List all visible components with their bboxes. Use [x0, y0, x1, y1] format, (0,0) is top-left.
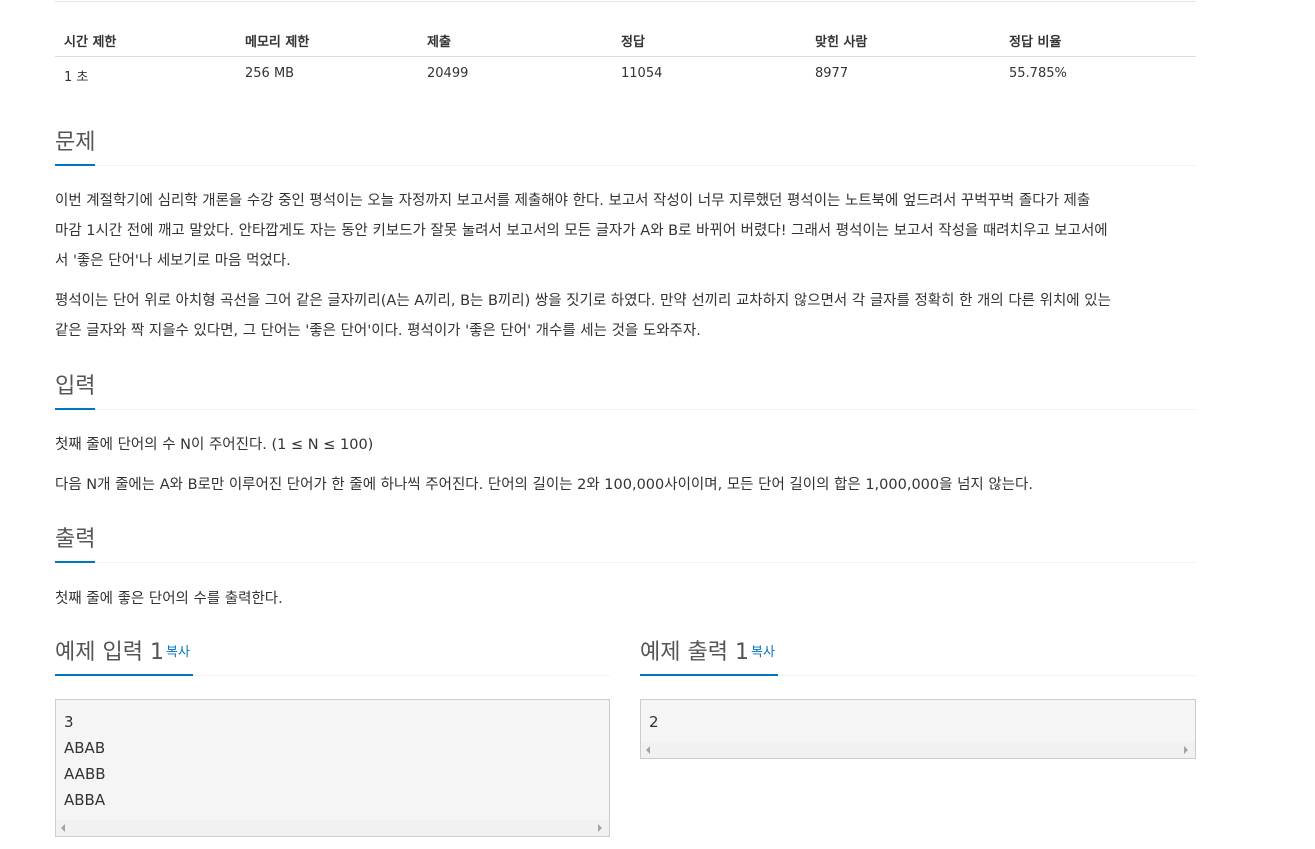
- sample-input-text: 3 ABAB AABB ABBA: [64, 709, 106, 813]
- sample-input-line: AABB: [64, 765, 106, 783]
- problem-paragraph-2: 평석이는 단어 위로 아치형 곡선을 그어 같은 글자끼리(A는 A끼리, B는…: [55, 286, 1196, 346]
- header-solved-users: 맞힌 사람: [815, 35, 868, 50]
- sample-output-line: 2: [649, 713, 659, 731]
- header-time-limit: 시간 제한: [64, 35, 117, 50]
- accept-ratio-value: 55.785%: [1009, 66, 1067, 81]
- copy-sample-output-button[interactable]: 복사: [751, 641, 775, 660]
- sample-input-line: ABBA: [64, 791, 106, 809]
- problem-section-header: 문제: [55, 124, 1196, 166]
- scroll-left-icon[interactable]: [646, 746, 650, 754]
- sample-input-line: ABAB: [64, 739, 106, 757]
- section-divider: [55, 562, 1196, 563]
- sample-input-header: 예제 입력 1 복사: [55, 634, 610, 676]
- header-accepted: 정답: [621, 35, 645, 50]
- scroll-right-icon[interactable]: [598, 824, 602, 832]
- memory-limit-value: 256 MB: [245, 66, 295, 81]
- input-section-header: 입력: [55, 368, 1196, 410]
- sample-output-box[interactable]: 2: [640, 699, 1196, 759]
- section-underline: [55, 164, 95, 166]
- accepted-value: 11054: [621, 66, 663, 81]
- section-underline: [55, 674, 193, 676]
- scroll-right-icon[interactable]: [1184, 746, 1188, 754]
- table-header-row: 시간 제한 메모리 제한 제출 정답 맞힌 사람 정답 비율: [55, 22, 1196, 57]
- input-paragraph-1: 첫째 줄에 단어의 수 N이 주어진다. (1 ≤ N ≤ 100): [55, 437, 374, 453]
- section-underline: [640, 674, 778, 676]
- table-top-border: [55, 1, 1196, 2]
- problem-paragraph-1: 이번 계절학기에 심리학 개론을 수강 중인 평석이는 오늘 자정까지 보고서를…: [55, 186, 1196, 276]
- header-memory-limit: 메모리 제한: [245, 35, 310, 50]
- horizontal-scrollbar[interactable]: [56, 820, 609, 836]
- problem-line: 평석이는 단어 위로 아치형 곡선을 그어 같은 글자끼리(A는 A끼리, B는…: [55, 293, 1111, 309]
- sample-input-box[interactable]: 3 ABAB AABB ABBA: [55, 699, 610, 837]
- problem-title: 문제: [55, 130, 96, 155]
- section-divider: [55, 165, 1196, 166]
- section-divider: [55, 409, 1196, 410]
- submissions-value: 20499: [427, 66, 469, 81]
- problem-line: 마감 1시간 전에 깨고 말았다. 안타깝게도 자는 동안 키보드가 잘못 눌려…: [55, 223, 1108, 239]
- copy-sample-input-button[interactable]: 복사: [166, 641, 190, 660]
- header-submissions: 제출: [427, 35, 451, 50]
- solved-users-value: 8977: [815, 66, 849, 81]
- problem-line: 이번 계절학기에 심리학 개론을 수강 중인 평석이는 오늘 자정까지 보고서를…: [55, 193, 1091, 209]
- sample-output-title: 예제 출력 1: [640, 640, 749, 665]
- horizontal-scrollbar[interactable]: [641, 742, 1195, 758]
- sample-output-text: 2: [649, 709, 659, 735]
- sample-output-header: 예제 출력 1 복사: [640, 634, 1196, 676]
- section-underline: [55, 561, 95, 563]
- table-row: 1 초 256 MB 20499 11054 8977 55.785%: [55, 57, 1196, 91]
- sample-input-title: 예제 입력 1: [55, 640, 164, 665]
- section-underline: [55, 408, 95, 410]
- problem-line: 같은 글자와 짝 지을수 있다면, 그 단어는 '좋은 단어'이다. 평석이가 …: [55, 323, 701, 339]
- problem-line: 서 '좋은 단어'나 세보기로 마음 먹었다.: [55, 253, 291, 269]
- output-section-header: 출력: [55, 521, 1196, 563]
- scroll-left-icon[interactable]: [61, 824, 65, 832]
- input-paragraph-2: 다음 N개 줄에는 A와 B로만 이루어진 단어가 한 줄에 하나씩 주어진다.…: [55, 477, 1033, 493]
- sample-input-line: 3: [64, 713, 74, 731]
- output-paragraph-1: 첫째 줄에 좋은 단어의 수를 출력한다.: [55, 591, 283, 607]
- header-accept-ratio: 정답 비율: [1009, 35, 1062, 50]
- output-title: 출력: [55, 527, 96, 552]
- input-title: 입력: [55, 374, 96, 399]
- time-limit-value: 1 초: [64, 70, 89, 85]
